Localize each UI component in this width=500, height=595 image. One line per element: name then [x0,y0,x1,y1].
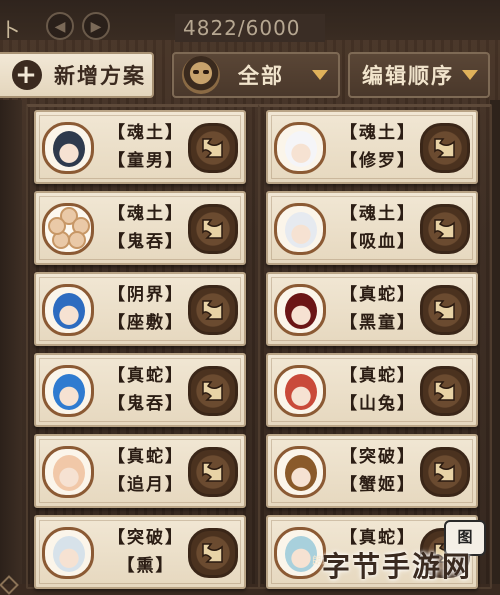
shikigami-portrait [274,365,326,417]
plan-label: 【真蛇】 【黑童】 [332,281,424,341]
plus-icon: + [12,60,42,90]
plan-label: 【突破】 【熏】 [100,524,192,584]
plan-label-line1: 【阴界】 [108,285,184,305]
add-plan-button[interactable]: + 新增方案 [0,52,154,98]
apply-plan-button[interactable] [188,123,238,173]
chevron-down-icon [462,70,478,80]
shikigami-portrait [274,284,326,336]
play-circle-button[interactable]: ▶ [82,12,110,40]
shikigami-portrait [42,446,94,498]
apply-plan-button[interactable] [188,366,238,416]
flower-petal [48,217,66,235]
filter-dropdown[interactable]: 全部 [172,52,340,98]
plan-label-line1: 【突破】 [108,528,184,548]
plan-label-line1: 【真蛇】 [340,366,416,386]
oni-mask-icon [182,56,220,94]
edit-order-label: 编辑顺序 [362,63,454,88]
plan-card[interactable]: 【真蛇】 【追月】 [34,434,246,508]
apply-plan-button[interactable] [420,123,470,173]
plan-label: 【魂土】 【吸血】 [332,200,424,260]
plan-label-line2: 【鬼吞】 [108,394,184,414]
plan-label-line1: 【魂土】 [108,204,184,224]
plan-card[interactable]: 【突破】 【熏】 [34,515,246,589]
plan-card[interactable]: 【真蛇】 【鬼吞】 [34,353,246,427]
apply-plan-button[interactable] [420,447,470,497]
plan-label-line2: 【追月】 [108,475,184,495]
soul-counter: 4822/6000 [175,14,325,42]
plan-label-line1: 【魂土】 [340,204,416,224]
shikigami-face [53,293,85,329]
apply-plan-button[interactable] [188,528,238,578]
shikigami-portrait [42,203,94,255]
shikigami-face [285,374,317,410]
plan-label: 【魂土】 【童男】 [100,119,192,179]
add-plan-label: 新增方案 [54,63,146,88]
top-bar: 卜魂 ◀ ▶ 4822/6000 [0,0,500,42]
shikigami-face [285,212,317,248]
plan-label-line1: 【真蛇】 [340,285,416,305]
shikigami-face [53,374,85,410]
apply-plan-button[interactable] [188,285,238,335]
plan-label-line1: 【突破】 [340,447,416,467]
shikigami-face [53,536,85,572]
left-side-rail [0,100,22,595]
plan-card[interactable]: 【突破】 【蟹姬】 [266,434,478,508]
plan-label: 【阴界】 【座敷】 [100,281,192,341]
apply-plan-button[interactable] [420,366,470,416]
watermark-text: 字节手游网 [322,550,473,583]
plan-card[interactable]: 【真蛇】 【黑童】 [266,272,478,346]
plan-label: 【真蛇】 【山兔】 [332,362,424,422]
plan-label-line2: 【黑童】 [340,313,416,333]
rail-notch-icon [0,575,19,595]
plan-card[interactable]: 【魂土】 【吸血】 [266,191,478,265]
plan-label-line1: 【真蛇】 [108,366,184,386]
plan-label-line2: 【童男】 [108,151,184,171]
chevron-down-icon [312,70,328,80]
apply-plan-button[interactable] [420,285,470,335]
shikigami-portrait [42,365,94,417]
apply-plan-button[interactable] [188,447,238,497]
filter-label: 全部 [238,63,284,88]
plan-label-line1: 【真蛇】 [108,447,184,467]
shikigami-portrait [42,122,94,174]
shikigami-portrait [274,203,326,255]
shikigami-face [53,131,85,167]
plan-label-line1: 【魂土】 [340,123,416,143]
plan-label: 【突破】 【蟹姬】 [332,443,424,503]
shikigami-face [285,131,317,167]
plan-card[interactable]: 【魂土】 【修罗】 [266,110,478,184]
apply-plan-button[interactable] [188,204,238,254]
plan-card[interactable]: 【阴界】 【座敷】 [34,272,246,346]
back-circle-button[interactable]: ◀ [46,12,74,40]
plan-label-line2: 【山兔】 [340,394,416,414]
shikigami-portrait [274,122,326,174]
title-fragment: 卜魂 [0,18,21,38]
plan-card[interactable]: 【魂土】 【童男】 [34,110,246,184]
plan-label: 【真蛇】 【鬼吞】 [100,362,192,422]
shikigami-portrait [42,284,94,336]
plan-label: 【魂土】 【鬼吞】 [100,200,192,260]
shikigami-portrait [274,446,326,498]
apply-plan-button[interactable] [420,204,470,254]
plan-label-line2: 【鬼吞】 [108,232,184,252]
plan-label-line2: 【座敷】 [108,313,184,333]
flower-petal [68,231,86,249]
plan-label-line2: 【熏】 [117,556,175,576]
plan-card[interactable]: 【真蛇】 【山兔】 [266,353,478,427]
plan-label: 【魂土】 【修罗】 [332,119,424,179]
plan-card[interactable]: 【魂土】 【鬼吞】 [34,191,246,265]
shikigami-portrait [42,527,94,579]
plan-label-line2: 【吸血】 [340,232,416,252]
plan-label-line1: 【魂土】 [108,123,184,143]
shikigami-face [53,455,85,491]
plan-label-line2: 【修罗】 [340,151,416,171]
shikigami-face [285,293,317,329]
edit-order-dropdown[interactable]: 编辑顺序 [348,52,490,98]
plan-label-line2: 【蟹姬】 [340,475,416,495]
shikigami-face [285,455,317,491]
plan-label: 【真蛇】 【追月】 [100,443,192,503]
